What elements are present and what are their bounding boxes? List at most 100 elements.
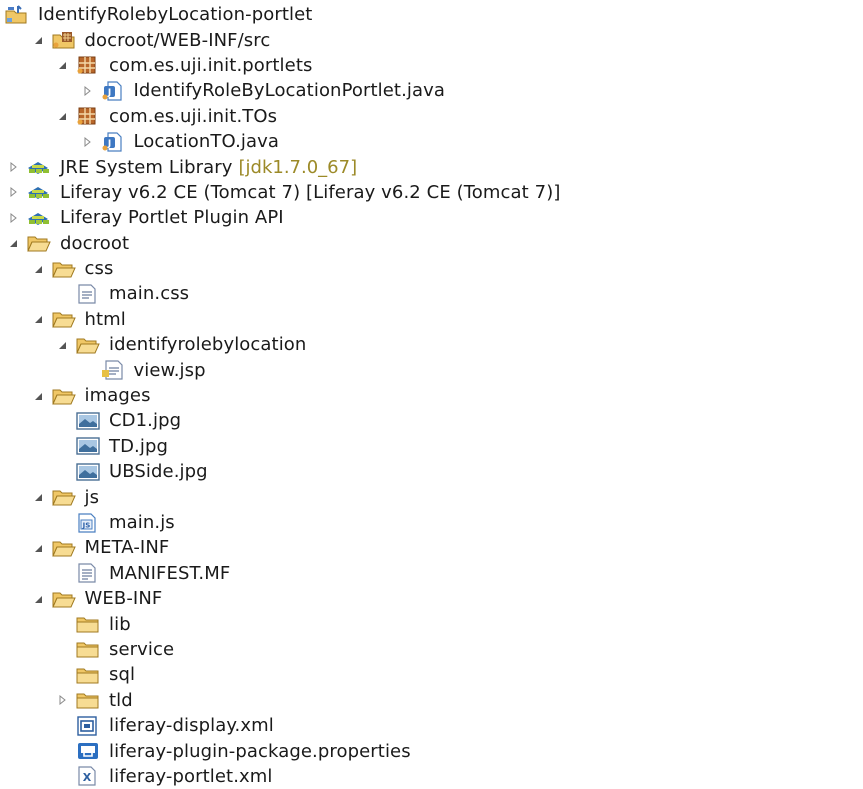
expanded-arrow-icon[interactable] <box>29 256 47 281</box>
tree-item[interactable]: J LocationTO.java <box>0 129 863 154</box>
collapsed-arrow-icon[interactable] <box>53 688 71 713</box>
tree-item[interactable]: Liferay Portlet Plugin API <box>0 205 863 230</box>
tree-item-label: CD1.jpg <box>109 410 182 432</box>
tree-item[interactable]: WEB-INF <box>0 586 863 611</box>
tree-item-label: TD.jpg <box>109 435 169 457</box>
tree-item-label: sql <box>109 664 136 686</box>
open-folder-icon <box>51 586 81 611</box>
image-file-icon <box>75 459 105 484</box>
tree-item[interactable]: html <box>0 307 863 332</box>
expanded-arrow-icon[interactable] <box>4 231 22 256</box>
tree-item-label: Liferay Portlet Plugin API <box>60 207 284 229</box>
tree-item-label: identifyrolebylocation <box>109 334 307 356</box>
collapsed-arrow-icon[interactable] <box>4 180 22 205</box>
tree-item[interactable]: docroot <box>0 231 863 256</box>
svg-text:X: X <box>83 771 92 784</box>
tree-item[interactable]: identifyrolebylocation <box>0 332 863 357</box>
tree-item[interactable]: Liferay v6.2 CE (Tomcat 7) [Liferay v6.2… <box>0 180 863 205</box>
collapsed-arrow-icon[interactable] <box>4 155 22 180</box>
tree-item[interactable]: liferay-display.xml <box>0 713 863 738</box>
package-icon <box>75 53 105 78</box>
folder-icon <box>75 662 105 687</box>
tree-item[interactable]: liferay-plugin-package.properties <box>0 738 863 763</box>
tree-item-label: liferay-portlet.xml <box>109 765 273 787</box>
collapsed-arrow-icon[interactable] <box>78 129 96 154</box>
arrow-spacer <box>53 281 71 306</box>
tree-item[interactable]: UBSide.jpg <box>0 459 863 484</box>
tree-item-label: WEB-INF <box>84 588 163 610</box>
java-file-icon: J <box>100 129 130 154</box>
open-folder-icon <box>75 332 105 357</box>
tree-item[interactable]: tld <box>0 688 863 713</box>
arrow-spacer <box>53 612 71 637</box>
project-explorer-tree: IdentifyRolebyLocation-portlet docroot/WE… <box>0 2 863 789</box>
tree-item-label: LocationTO.java <box>133 131 279 153</box>
arrow-spacer <box>53 739 71 764</box>
tree-item-label: MANIFEST.MF <box>109 562 231 584</box>
tree-item-label: JRE System Library <box>60 156 233 178</box>
collapsed-arrow-icon[interactable] <box>78 78 96 103</box>
tree-item[interactable]: MANIFEST.MF <box>0 561 863 586</box>
expanded-arrow-icon[interactable] <box>29 28 47 53</box>
tree-item[interactable]: sql <box>0 662 863 687</box>
tree-item[interactable]: com.es.uji.init.TOs <box>0 104 863 129</box>
tree-item-label: view.jsp <box>133 359 206 381</box>
expanded-arrow-icon[interactable] <box>53 53 71 78</box>
library-icon <box>26 205 56 230</box>
folder-icon <box>75 637 105 662</box>
collapsed-arrow-icon[interactable] <box>4 205 22 230</box>
expanded-arrow-icon[interactable] <box>29 485 47 510</box>
tree-item-label: docroot/WEB-INF/src <box>84 29 271 51</box>
tree-item[interactable]: service <box>0 637 863 662</box>
tree-item-label: META-INF <box>84 537 170 559</box>
svg-text:J: J <box>106 88 110 98</box>
expanded-arrow-icon[interactable] <box>29 383 47 408</box>
jsp-file-icon <box>100 358 130 383</box>
tree-item-label: html <box>84 308 126 330</box>
tree-item[interactable]: CD1.jpg <box>0 408 863 433</box>
tree-item[interactable]: js <box>0 484 863 509</box>
tree-item[interactable]: J IdentifyRoleByLocationPortlet.java <box>0 78 863 103</box>
library-icon <box>26 155 56 180</box>
tree-item[interactable]: JS main.js <box>0 510 863 535</box>
open-folder-icon <box>51 307 81 332</box>
tree-item[interactable]: META-INF <box>0 535 863 560</box>
expanded-arrow-icon[interactable] <box>53 332 71 357</box>
xml-file-icon: X <box>75 764 105 789</box>
tree-item-label: liferay-plugin-package.properties <box>109 740 411 762</box>
tree-item[interactable]: docroot/WEB-INF/src <box>0 27 863 52</box>
image-file-icon <box>75 408 105 433</box>
tree-item-label: lib <box>109 613 131 635</box>
tree-item[interactable]: css <box>0 256 863 281</box>
folder-icon <box>75 612 105 637</box>
tree-item-label: tld <box>109 689 133 711</box>
svg-text:JS: JS <box>82 521 91 529</box>
image-file-icon <box>75 434 105 459</box>
text-file-icon <box>75 561 105 586</box>
tree-item[interactable]: IdentifyRolebyLocation-portlet <box>0 2 863 27</box>
tree-item-label: com.es.uji.init.TOs <box>109 105 278 127</box>
tree-item-label: liferay-display.xml <box>109 715 274 737</box>
js-file-icon: JS <box>75 510 105 535</box>
open-folder-icon <box>51 485 81 510</box>
tree-item[interactable]: images <box>0 383 863 408</box>
tree-item-decoration: [jdk1.7.0_67] <box>238 156 358 178</box>
tree-item-label: UBSide.jpg <box>109 461 208 483</box>
tree-item[interactable]: com.es.uji.init.portlets <box>0 53 863 78</box>
expanded-arrow-icon[interactable] <box>29 586 47 611</box>
tree-item[interactable]: TD.jpg <box>0 434 863 459</box>
tree-item[interactable]: JRE System Library [jdk1.7.0_67] <box>0 154 863 179</box>
arrow-spacer <box>53 637 71 662</box>
tree-item[interactable]: Xliferay-portlet.xml <box>0 764 863 789</box>
tree-item[interactable]: view.jsp <box>0 357 863 382</box>
tree-item-label: main.css <box>109 283 190 305</box>
expanded-arrow-icon[interactable] <box>53 104 71 129</box>
tree-item-label: IdentifyRoleByLocationPortlet.java <box>133 80 446 102</box>
expanded-arrow-icon[interactable] <box>29 307 47 332</box>
tree-item[interactable]: main.css <box>0 281 863 306</box>
folder-icon <box>75 688 105 713</box>
tree-item[interactable]: lib <box>0 611 863 636</box>
arrow-spacer <box>53 662 71 687</box>
tree-item-label: Liferay v6.2 CE (Tomcat 7) [Liferay v6.2… <box>60 181 561 203</box>
expanded-arrow-icon[interactable] <box>29 535 47 560</box>
